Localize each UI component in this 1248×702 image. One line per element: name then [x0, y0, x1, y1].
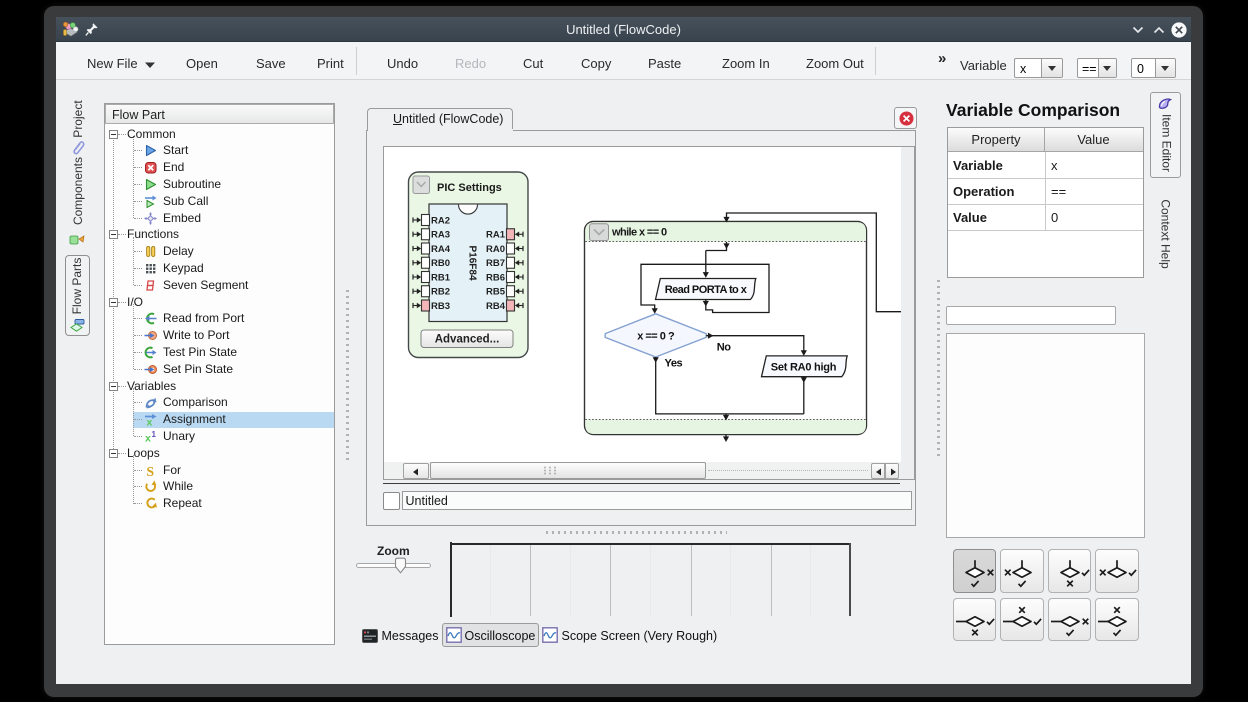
- svg-text:while x == 0: while x == 0: [611, 227, 667, 239]
- svg-text:x: x: [145, 432, 151, 443]
- svg-text:x: x: [147, 417, 153, 427]
- svg-text:x == 0 ?: x == 0 ?: [637, 330, 675, 342]
- svg-text:Set RA0 high: Set RA0 high: [771, 362, 837, 374]
- svg-text:P16F84: P16F84: [467, 245, 478, 280]
- svg-text:PIC Settings: PIC Settings: [437, 182, 502, 194]
- svg-text:RB1: RB1: [431, 272, 451, 283]
- svg-text:RB3: RB3: [431, 301, 450, 312]
- svg-text:RB7: RB7: [486, 258, 505, 269]
- svg-text:1: 1: [152, 430, 157, 439]
- svg-text:S: S: [147, 464, 155, 477]
- svg-text:RA3: RA3: [431, 230, 450, 241]
- svg-text:RB4: RB4: [486, 301, 506, 312]
- svg-text:RB0: RB0: [431, 258, 450, 269]
- svg-text:RB6: RB6: [486, 272, 505, 283]
- svg-text:Yes: Yes: [665, 358, 683, 370]
- svg-text:RB5: RB5: [486, 287, 506, 298]
- svg-text:RA1: RA1: [486, 230, 506, 241]
- svg-text:RA0: RA0: [486, 244, 505, 255]
- svg-text:No: No: [717, 342, 732, 354]
- svg-text:Read PORTA to x: Read PORTA to x: [665, 284, 748, 296]
- svg-text:RA2: RA2: [431, 215, 450, 226]
- svg-text:RA4: RA4: [431, 244, 451, 255]
- svg-text:Advanced...: Advanced...: [435, 334, 500, 346]
- svg-text:RB2: RB2: [431, 287, 450, 298]
